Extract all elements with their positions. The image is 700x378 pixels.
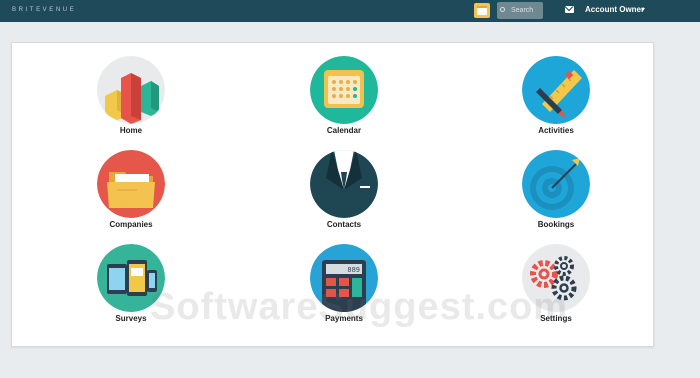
tile-label: Payments: [325, 314, 363, 323]
tile-label: Contacts: [326, 220, 362, 229]
tile-bookings[interactable]: Bookings: [506, 150, 606, 240]
devices-icon: [97, 244, 165, 312]
target-icon: [522, 150, 590, 218]
tile-label: Bookings: [537, 220, 575, 229]
tile-label: Settings: [540, 314, 572, 323]
dashboard-panel: Home Calendar Activities Companies Conta…: [11, 42, 654, 347]
ruler-pencil-icon: [522, 56, 590, 124]
brand-logo[interactable]: BRITEVENUE: [12, 7, 76, 13]
tile-home[interactable]: Home: [81, 56, 181, 146]
bar-chart-icon: [97, 56, 165, 124]
top-navbar: BRITEVENUE Search Account Owner: [0, 0, 700, 22]
calendar-icon: [310, 56, 378, 124]
tile-label: Calendar: [326, 126, 362, 135]
search-icon: [500, 7, 505, 12]
mail-icon[interactable]: [565, 6, 574, 13]
search-button[interactable]: Search: [497, 2, 543, 19]
tile-calendar[interactable]: Calendar: [294, 56, 394, 146]
tile-label: Home: [119, 126, 143, 135]
tile-contacts[interactable]: Contacts: [294, 150, 394, 240]
calendar-icon[interactable]: [474, 3, 490, 18]
calculator-display: 889: [347, 267, 360, 275]
tile-companies[interactable]: Companies: [81, 150, 181, 240]
chevron-down-icon[interactable]: [641, 8, 645, 11]
suit-icon: [310, 150, 378, 218]
tile-payments[interactable]: 889 Payments: [294, 244, 394, 334]
account-owner-menu[interactable]: Account Owner: [585, 5, 644, 14]
tile-settings[interactable]: Settings: [506, 244, 606, 334]
search-label: Search: [511, 7, 534, 14]
calculator-icon: 889: [310, 244, 378, 312]
gears-icon: [522, 244, 590, 312]
tile-activities[interactable]: Activities: [506, 56, 606, 146]
tile-label: Activities: [538, 126, 574, 135]
tile-label: Companies: [109, 220, 153, 229]
tile-surveys[interactable]: Surveys: [81, 244, 181, 334]
folder-icon: [97, 150, 165, 218]
tile-label: Surveys: [115, 314, 147, 323]
